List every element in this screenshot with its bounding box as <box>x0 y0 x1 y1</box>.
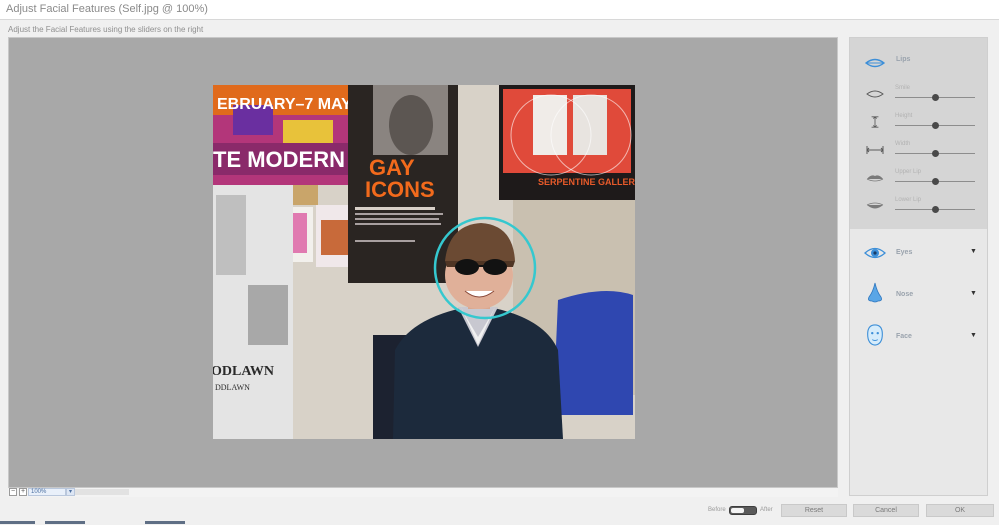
svg-text:ICONS: ICONS <box>365 177 435 202</box>
face-section[interactable]: Face ▼ <box>850 322 987 358</box>
lips-header[interactable]: Lips <box>850 48 987 84</box>
title-bar: Adjust Facial Features (Self.jpg @ 100%) <box>0 0 999 20</box>
slider-lower-lip: Lower Lip <box>850 196 987 222</box>
taskbar-edge <box>0 521 35 524</box>
svg-text:TE MODERN: TE MODERN <box>213 147 345 172</box>
features-panel: Lips Smile Height Width Upper Lip Lower … <box>849 37 988 496</box>
svg-text:EBRUARY–7 MAY: EBRUARY–7 MAY <box>217 96 352 113</box>
toggle-knob <box>731 508 744 513</box>
eyes-section[interactable]: Eyes ▼ <box>850 238 987 274</box>
nose-label: Nose <box>896 291 914 298</box>
slider-smile-label: Smile <box>895 85 911 91</box>
before-label: Before <box>708 507 726 513</box>
instruction-text: Adjust the Facial Features using the sli… <box>8 25 204 34</box>
zoom-level-field[interactable]: 100% <box>28 488 66 496</box>
zoom-slider[interactable] <box>75 489 129 495</box>
smile-icon <box>866 90 884 98</box>
chevron-down-icon[interactable]: ▼ <box>970 332 977 339</box>
lips-section: Lips Smile Height Width Upper Lip Lower … <box>850 38 987 229</box>
slider-lower-lip-track[interactable] <box>895 206 975 213</box>
upper-lip-icon <box>866 175 884 182</box>
zoom-in-button[interactable]: + <box>19 488 27 496</box>
chevron-down-icon: ▾ <box>68 489 72 495</box>
taskbar-edge <box>145 521 185 524</box>
width-icon <box>866 146 884 154</box>
lower-lip-icon <box>866 202 884 209</box>
ok-button[interactable]: OK <box>926 504 994 517</box>
slider-width-track[interactable] <box>895 150 975 157</box>
eye-icon <box>864 247 886 259</box>
zoom-bar: − + 100% ▾ <box>8 488 838 497</box>
slider-upper-lip: Upper Lip <box>850 168 987 194</box>
slider-upper-lip-thumb[interactable] <box>931 178 939 185</box>
face-icon <box>867 324 883 346</box>
photo-illustration: EBRUARY–7 MAY TE MODERN ODLAWN DDLAWN GA… <box>213 85 635 439</box>
before-after-toggle[interactable] <box>729 506 757 515</box>
slider-width-thumb[interactable] <box>931 150 939 157</box>
photo-preview[interactable]: EBRUARY–7 MAY TE MODERN ODLAWN DDLAWN GA… <box>213 85 635 439</box>
lips-label: Lips <box>896 56 911 63</box>
chevron-down-icon[interactable]: ▼ <box>970 248 977 255</box>
after-label: After <box>760 507 773 513</box>
chevron-down-icon[interactable]: ▼ <box>970 290 977 297</box>
slider-height-label: Height <box>895 113 913 119</box>
cancel-button[interactable]: Cancel <box>853 504 919 517</box>
svg-text:ODLAWN: ODLAWN <box>213 364 274 379</box>
slider-height: Height <box>850 112 987 138</box>
slider-width-label: Width <box>895 141 911 147</box>
zoom-dropdown[interactable]: ▾ <box>66 488 75 496</box>
slider-height-thumb[interactable] <box>931 122 939 129</box>
taskbar-edge <box>45 521 85 524</box>
slider-height-track[interactable] <box>895 122 975 129</box>
slider-smile: Smile <box>850 84 987 110</box>
zoom-out-button[interactable]: − <box>9 488 17 496</box>
face-label: Face <box>896 333 912 340</box>
slider-width: Width <box>850 140 987 166</box>
height-icon <box>871 116 879 128</box>
svg-text:DDLAWN: DDLAWN <box>215 383 250 392</box>
svg-text:SERPENTINE GALLERY: SERPENTINE GALLERY <box>538 177 635 187</box>
slider-lower-lip-label: Lower Lip <box>895 197 922 203</box>
slider-upper-lip-label: Upper Lip <box>895 169 922 175</box>
slider-smile-thumb[interactable] <box>931 94 939 101</box>
eyes-label: Eyes <box>896 249 913 256</box>
nose-section[interactable]: Nose ▼ <box>850 280 987 316</box>
image-canvas[interactable]: EBRUARY–7 MAY TE MODERN ODLAWN DDLAWN GA… <box>8 37 838 488</box>
reset-button[interactable]: Reset <box>781 504 847 517</box>
slider-smile-track[interactable] <box>895 94 975 101</box>
nose-icon <box>868 282 882 303</box>
lips-icon <box>864 58 886 68</box>
window-title: Adjust Facial Features (Self.jpg @ 100%) <box>6 3 208 15</box>
slider-lower-lip-thumb[interactable] <box>931 206 939 213</box>
slider-upper-lip-track[interactable] <box>895 178 975 185</box>
